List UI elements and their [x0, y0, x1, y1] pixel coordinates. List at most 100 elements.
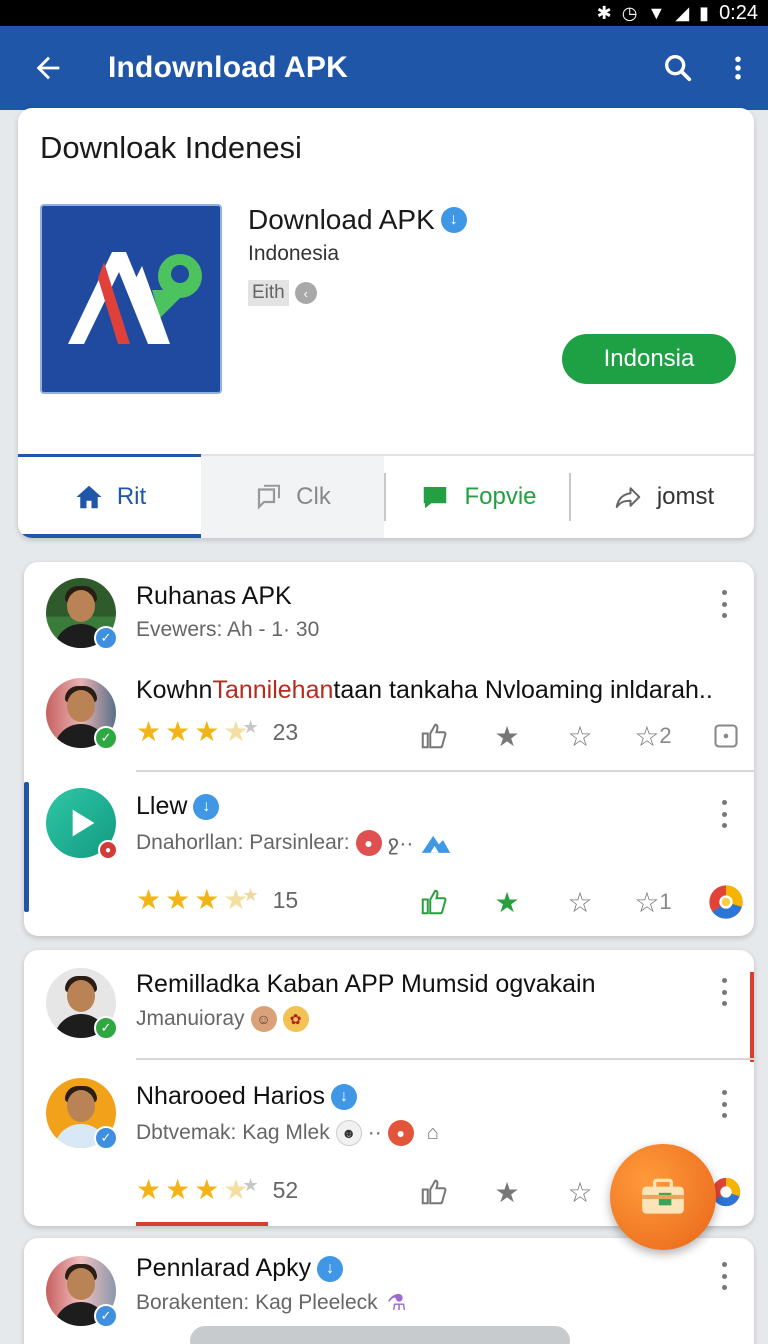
- wifi-icon: ▼: [647, 3, 666, 23]
- item-subtitle: Borakenten: Kag Pleeleck ⚗: [136, 1290, 410, 1316]
- chevron-icon[interactable]: ‹: [294, 282, 317, 304]
- star-icon: ★: [194, 1174, 220, 1205]
- item-menu-button[interactable]: [714, 1258, 734, 1294]
- like-button[interactable]: [410, 716, 458, 756]
- tab-rit[interactable]: Rit: [18, 454, 201, 538]
- more-options-button[interactable]: [708, 26, 768, 110]
- progress-underline: [136, 1222, 268, 1226]
- list-item[interactable]: ● Llew ↓ Dnahorllan: Parsinlear: ● ջ·· ★…: [24, 772, 754, 936]
- bookmark-button[interactable]: ☆: [556, 1172, 604, 1212]
- list-item[interactable]: ✓ Kowhn Tannilehan taan tankaha Nvloaming…: [24, 662, 754, 772]
- app-circle-button[interactable]: [702, 882, 750, 922]
- section-title: Downloak Indenesi: [40, 130, 302, 165]
- check-badge-icon: ✓: [94, 726, 118, 750]
- star-icon: ★: [136, 884, 162, 915]
- item-title: Remilladka Kaban APP Mumsid ogvakain: [136, 970, 596, 998]
- red-pin-icon: ●: [355, 830, 382, 856]
- mountain-icon: [422, 835, 451, 853]
- list-item[interactable]: ✓ Ruhanas APK Evewers: Ah - 1· 30: [24, 562, 754, 662]
- star-share-icon: ☆: [634, 720, 660, 752]
- item-subtitle-text: Dbtvemak: Kag Mlek: [136, 1121, 330, 1144]
- face-emoji-icon: ☺: [250, 1006, 277, 1032]
- action-row: ★ ☆ ☆ 2: [410, 716, 750, 756]
- tab-jomst[interactable]: jomst: [571, 456, 754, 538]
- back-button[interactable]: [0, 26, 96, 110]
- favorite-button[interactable]: ★: [483, 1172, 531, 1212]
- title-prefix: Kowhn: [136, 676, 213, 704]
- item-title-text: Nharooed Harios: [136, 1082, 325, 1110]
- emoji-text: ջ··: [387, 831, 414, 855]
- star-icon: ★: [165, 1174, 191, 1205]
- star-outline-icon: ☆: [567, 1176, 593, 1208]
- item-menu-button[interactable]: [714, 796, 734, 832]
- floating-action-button[interactable]: [610, 1144, 716, 1250]
- app-bar: Indownload APK: [0, 26, 768, 110]
- star-icon: ★: [165, 716, 191, 747]
- item-title: Llew ↓: [136, 792, 220, 821]
- status-bar: ✱ ◷ ▼ ◢ ▮ 0:24: [0, 0, 768, 26]
- star-outline-icon: ☆: [567, 886, 593, 918]
- item-menu-button[interactable]: [714, 1086, 734, 1122]
- app-region: Indonesia: [248, 242, 340, 265]
- like-button[interactable]: [410, 1172, 458, 1212]
- bookmark-button[interactable]: ☆: [556, 882, 604, 922]
- thumb-up-icon: [421, 1179, 447, 1205]
- share-count-button[interactable]: ☆ 2: [629, 716, 677, 756]
- check-badge-icon: ✓: [94, 1016, 118, 1040]
- tab-bar: Rit Clk Fopvie jomst: [18, 454, 754, 538]
- star-rating: ★ ★ ★ ★ ★ 15: [136, 886, 298, 914]
- star-icon: ★: [165, 884, 191, 915]
- star-icon: ★: [194, 716, 220, 747]
- search-icon: [664, 54, 692, 82]
- chrome-icon: [709, 885, 743, 919]
- avatar: ●: [46, 788, 118, 860]
- verified-icon: ↓: [317, 1255, 344, 1282]
- verified-badge-icon: ✓: [94, 1126, 118, 1150]
- install-button[interactable]: Indonsia: [562, 334, 736, 384]
- home-icon: [76, 485, 102, 509]
- alarm-icon: ◷: [621, 3, 638, 23]
- item-subtitle: Evewers: Ah - 1· 30: [136, 618, 320, 641]
- status-time: 0:24: [719, 1, 758, 24]
- app-name: Download APK ↓: [248, 204, 467, 236]
- action-row: ★ ☆ ☆ 1: [410, 882, 750, 922]
- item-subtitle-text: Borakenten: Kag Pleeleck: [136, 1291, 378, 1314]
- share-icon: [615, 487, 641, 508]
- app-tag: Eith: [248, 280, 289, 306]
- bluetooth-icon: ✱: [596, 3, 612, 23]
- star-small-icon: ★: [242, 717, 259, 737]
- item-subtitle: Jmanuioray ☺ ✿: [136, 1006, 309, 1032]
- share-count-button[interactable]: ☆ 1: [629, 882, 677, 922]
- rating-count: 23: [272, 718, 299, 745]
- home-indicator[interactable]: [190, 1326, 570, 1344]
- app-bar-title: Indownload APK: [108, 51, 349, 84]
- search-button[interactable]: [648, 26, 708, 110]
- character-emoji-icon: ✿: [282, 1006, 309, 1032]
- bookmark-button[interactable]: ☆: [556, 716, 604, 756]
- bell-icon: ⌂: [426, 1121, 439, 1144]
- tab-clk[interactable]: Clk: [201, 456, 384, 538]
- like-button[interactable]: [410, 882, 458, 922]
- verified-badge-icon: ✓: [94, 626, 118, 650]
- avatar: ✓: [46, 968, 118, 1040]
- item-title: Ruhanas APK: [136, 582, 292, 610]
- list-item[interactable]: ✓ Remilladka Kaban APP Mumsid ogvakain J…: [24, 950, 754, 1058]
- favorite-button[interactable]: ★: [483, 716, 531, 756]
- item-menu-button[interactable]: [714, 974, 734, 1010]
- verified-icon: ↓: [331, 1083, 357, 1110]
- share-count: 2: [659, 723, 672, 748]
- app-square-button[interactable]: [702, 716, 750, 756]
- chat-outline-icon: [258, 484, 281, 510]
- item-title: Kowhn Tannilehan taan tankaha Nvloaming i…: [136, 676, 713, 705]
- item-menu-button[interactable]: [714, 586, 734, 622]
- thumb-up-icon: [421, 889, 447, 915]
- tab-fopvie[interactable]: Fopvie: [386, 456, 569, 538]
- avatar: ✓: [46, 678, 118, 750]
- verified-icon: ↓: [193, 793, 220, 820]
- star-small-icon: ★: [242, 885, 259, 905]
- favorite-button[interactable]: ★: [483, 882, 531, 922]
- avatar: ✓: [46, 1078, 118, 1150]
- more-vert-icon: [735, 56, 741, 80]
- title-highlight: Tannilehan: [212, 676, 334, 704]
- bottle-emoji-icon: ⚗: [386, 1290, 407, 1315]
